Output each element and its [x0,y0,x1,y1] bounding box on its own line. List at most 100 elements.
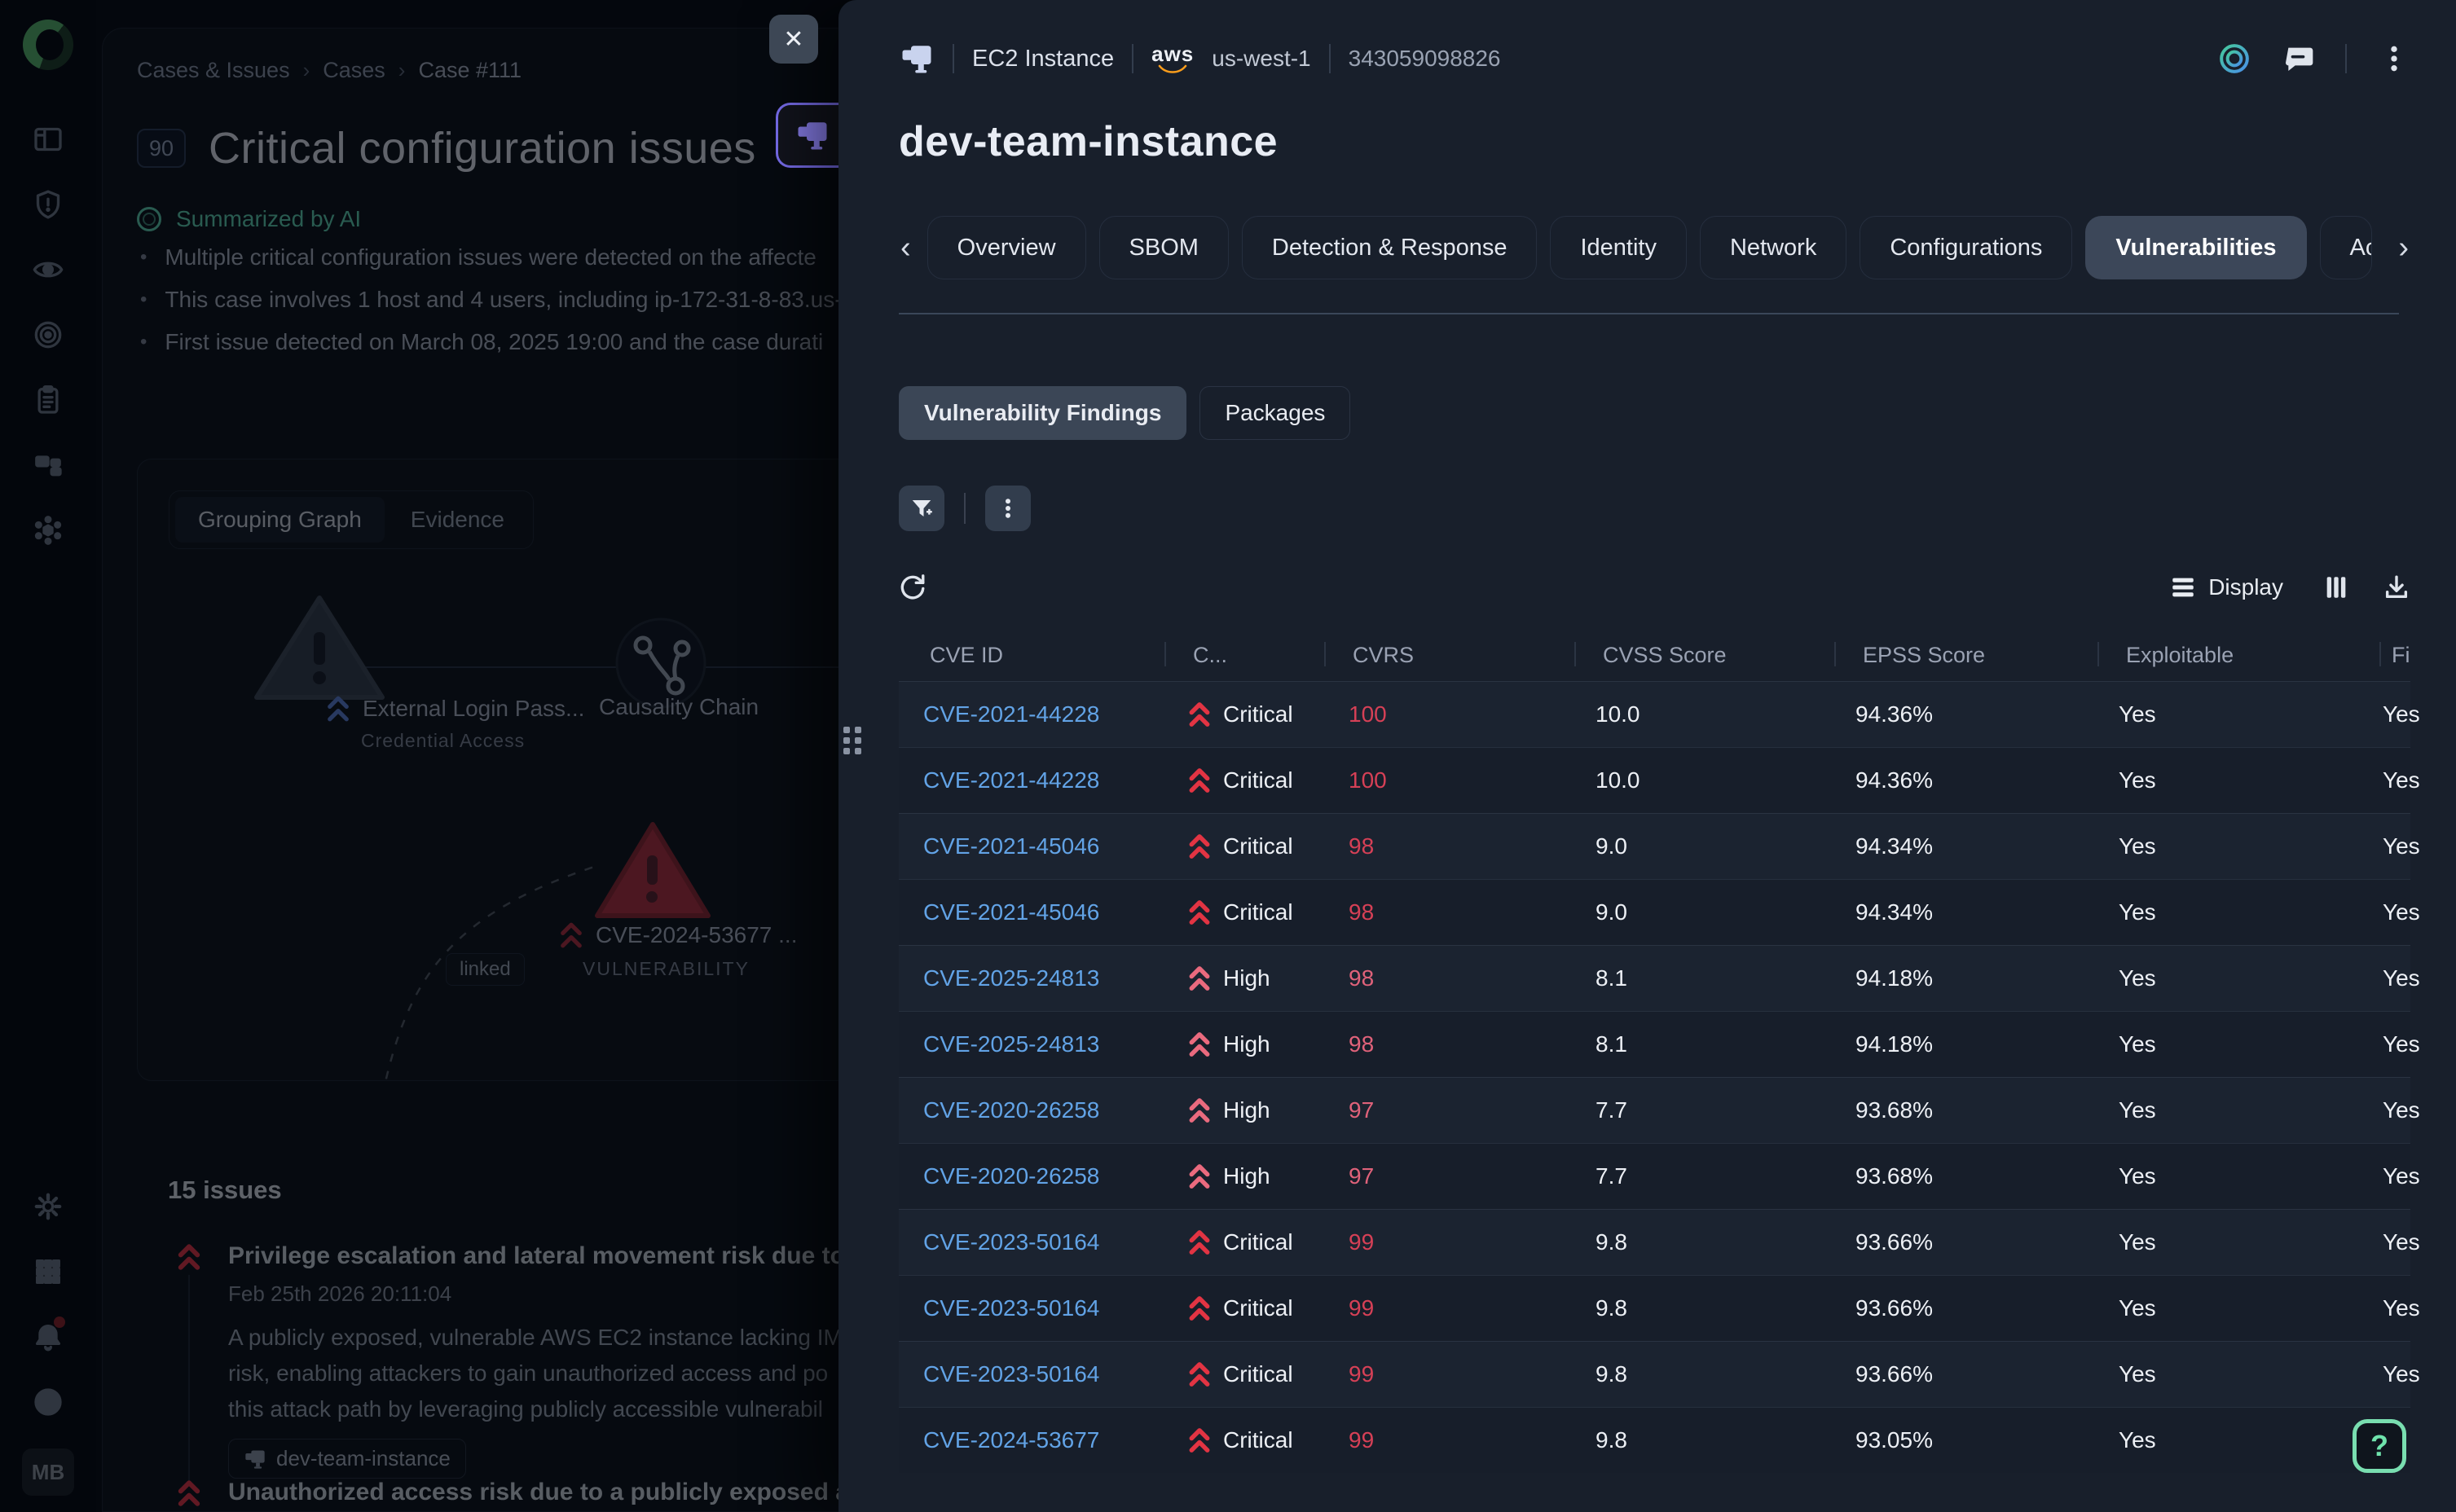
cvrs-score: 98 [1349,1031,1374,1057]
fix-value: Yes [2379,1229,2420,1255]
epss-score: 94.18% [1834,1031,2097,1057]
cvrs-score: 97 [1349,1163,1374,1189]
filter-plus-icon [909,496,934,521]
chat-icon[interactable] [2282,42,2314,75]
fix-value: Yes [2379,1295,2420,1321]
fix-value: Yes [2379,833,2420,859]
cve-link[interactable]: CVE-2025-24813 [923,1031,1099,1057]
severity-label: Critical [1223,1427,1293,1453]
column-header-exploitable[interactable]: Exploitable [2097,643,2379,668]
radar-rings-icon[interactable] [2218,42,2251,75]
cve-link[interactable]: CVE-2020-26258 [923,1097,1099,1123]
epss-score: 94.36% [1834,767,2097,793]
table-row[interactable]: CVE-2021-45046Critical989.094.34%YesYes [899,813,2410,879]
cve-link[interactable]: CVE-2021-45046 [923,833,1099,859]
chevron-left-icon[interactable]: ‹ [899,232,913,263]
subtab-packages[interactable]: Packages [1199,386,1350,440]
table-row[interactable]: CVE-2023-50164Critical999.893.66%YesYes [899,1209,2410,1275]
tab-vulnerabilities[interactable]: Vulnerabilities [2085,216,2306,279]
column-header-cvrs[interactable]: CVRS [1324,643,1574,668]
cvss-score: 7.7 [1574,1097,1834,1123]
column-header-cvss-score[interactable]: CVSS Score [1574,643,1834,668]
cvrs-score: 99 [1349,1295,1374,1321]
tab-network[interactable]: Network [1700,216,1846,279]
subtab-vulnerability-findings[interactable]: Vulnerability Findings [899,386,1186,440]
epss-score: 94.34% [1834,899,2097,925]
cvss-score: 9.0 [1574,899,1834,925]
region-label: us-west-1 [1212,46,1310,72]
chevron-right-icon[interactable]: › [2397,232,2410,263]
asset-drawer: EC2 Instance aws us-west-1 343059098826 [838,0,2456,1512]
cve-link[interactable]: CVE-2021-45046 [923,899,1099,925]
cve-link[interactable]: CVE-2020-26258 [923,1163,1099,1189]
app-root: ? MB Cases & Issues › Cases › Case #111 … [0,0,2456,1512]
close-drawer-button[interactable]: ✕ [769,15,818,64]
tab-truncated[interactable]: Ac [2320,216,2372,279]
display-button[interactable]: Display [2169,574,2283,601]
severity-cell: Critical [1164,1426,1324,1454]
kebab-icon[interactable] [2378,42,2410,75]
tab-identity[interactable]: Identity [1550,216,1687,279]
severity-cell: High [1164,1097,1324,1124]
cve-link[interactable]: CVE-2024-53677 [923,1427,1099,1453]
column-header-epss-score[interactable]: EPSS Score [1834,643,2097,668]
table-row[interactable]: CVE-2023-50164Critical999.893.66%YesYes [899,1341,2410,1407]
exploitable-value: Yes [2097,1163,2379,1189]
vulnerability-table: CVE IDC...CVRSCVSS ScoreEPSS ScoreExploi… [899,621,2410,1473]
exploitable-value: Yes [2097,1295,2379,1321]
filter-row [899,486,2410,531]
tab-detection-response[interactable]: Detection & Response [1242,216,1538,279]
asset-type-label: EC2 Instance [972,46,1114,73]
cve-link[interactable]: CVE-2023-50164 [923,1229,1099,1255]
divider [2345,44,2347,73]
divider [953,44,954,73]
table-row[interactable]: CVE-2024-53677Critical999.893.05%Yes [899,1407,2410,1473]
table-row[interactable]: CVE-2021-44228Critical10010.094.36%YesYe… [899,747,2410,813]
table-row[interactable]: CVE-2025-24813High988.194.18%YesYes [899,1011,2410,1077]
fix-value: Yes [2379,899,2420,925]
cve-link[interactable]: CVE-2021-44228 [923,701,1099,727]
table-row[interactable]: CVE-2020-26258High977.793.68%YesYes [899,1077,2410,1143]
columns-button[interactable] [2322,574,2350,601]
table-body: CVE-2021-44228Critical10010.094.36%YesYe… [899,681,2410,1473]
cve-link[interactable]: CVE-2025-24813 [923,965,1099,991]
fix-value: Yes [2379,1361,2420,1387]
cve-link[interactable]: CVE-2021-44228 [923,767,1099,793]
exploitable-value: Yes [2097,701,2379,727]
cvrs-score: 98 [1349,833,1374,859]
severity-label: High [1223,1097,1270,1123]
aws-logo: aws [1151,43,1194,74]
table-row[interactable]: CVE-2020-26258High977.793.68%YesYes [899,1143,2410,1209]
severity-label: Critical [1223,1229,1293,1255]
help-button[interactable]: ? [2353,1419,2406,1473]
aws-word: aws [1151,43,1194,64]
severity-label: High [1223,965,1270,991]
table-row[interactable]: CVE-2025-24813High988.194.18%YesYes [899,945,2410,1011]
rows-icon [2169,574,2197,601]
refresh-button[interactable] [899,574,927,601]
column-header-cve-id[interactable]: CVE ID [899,643,1164,668]
severity-cell: Critical [1164,767,1324,794]
epss-score: 94.18% [1834,965,2097,991]
exploitable-value: Yes [2097,1097,2379,1123]
cve-link[interactable]: CVE-2023-50164 [923,1361,1099,1387]
table-row[interactable]: CVE-2021-45046Critical989.094.34%YesYes [899,879,2410,945]
asset-drawer-tab[interactable] [776,103,846,168]
column-header-fi[interactable]: Fi [2379,643,2410,668]
table-row[interactable]: CVE-2023-50164Critical999.893.66%YesYes [899,1275,2410,1341]
tab-configurations[interactable]: Configurations [1860,216,2072,279]
epss-score: 94.36% [1834,701,2097,727]
add-filter-button[interactable] [899,486,944,531]
epss-score: 93.68% [1834,1163,2097,1189]
cvss-score: 8.1 [1574,1031,1834,1057]
tab-sbom[interactable]: SBOM [1099,216,1229,279]
severity-cell: Critical [1164,833,1324,860]
download-button[interactable] [2383,574,2410,601]
column-header-c-[interactable]: C... [1164,643,1324,668]
subtabs: Vulnerability FindingsPackages [899,386,2410,440]
tab-overview[interactable]: Overview [927,216,1086,279]
filter-menu-button[interactable] [985,486,1031,531]
cvrs-score: 97 [1349,1097,1374,1123]
cve-link[interactable]: CVE-2023-50164 [923,1295,1099,1321]
table-row[interactable]: CVE-2021-44228Critical10010.094.36%YesYe… [899,681,2410,747]
